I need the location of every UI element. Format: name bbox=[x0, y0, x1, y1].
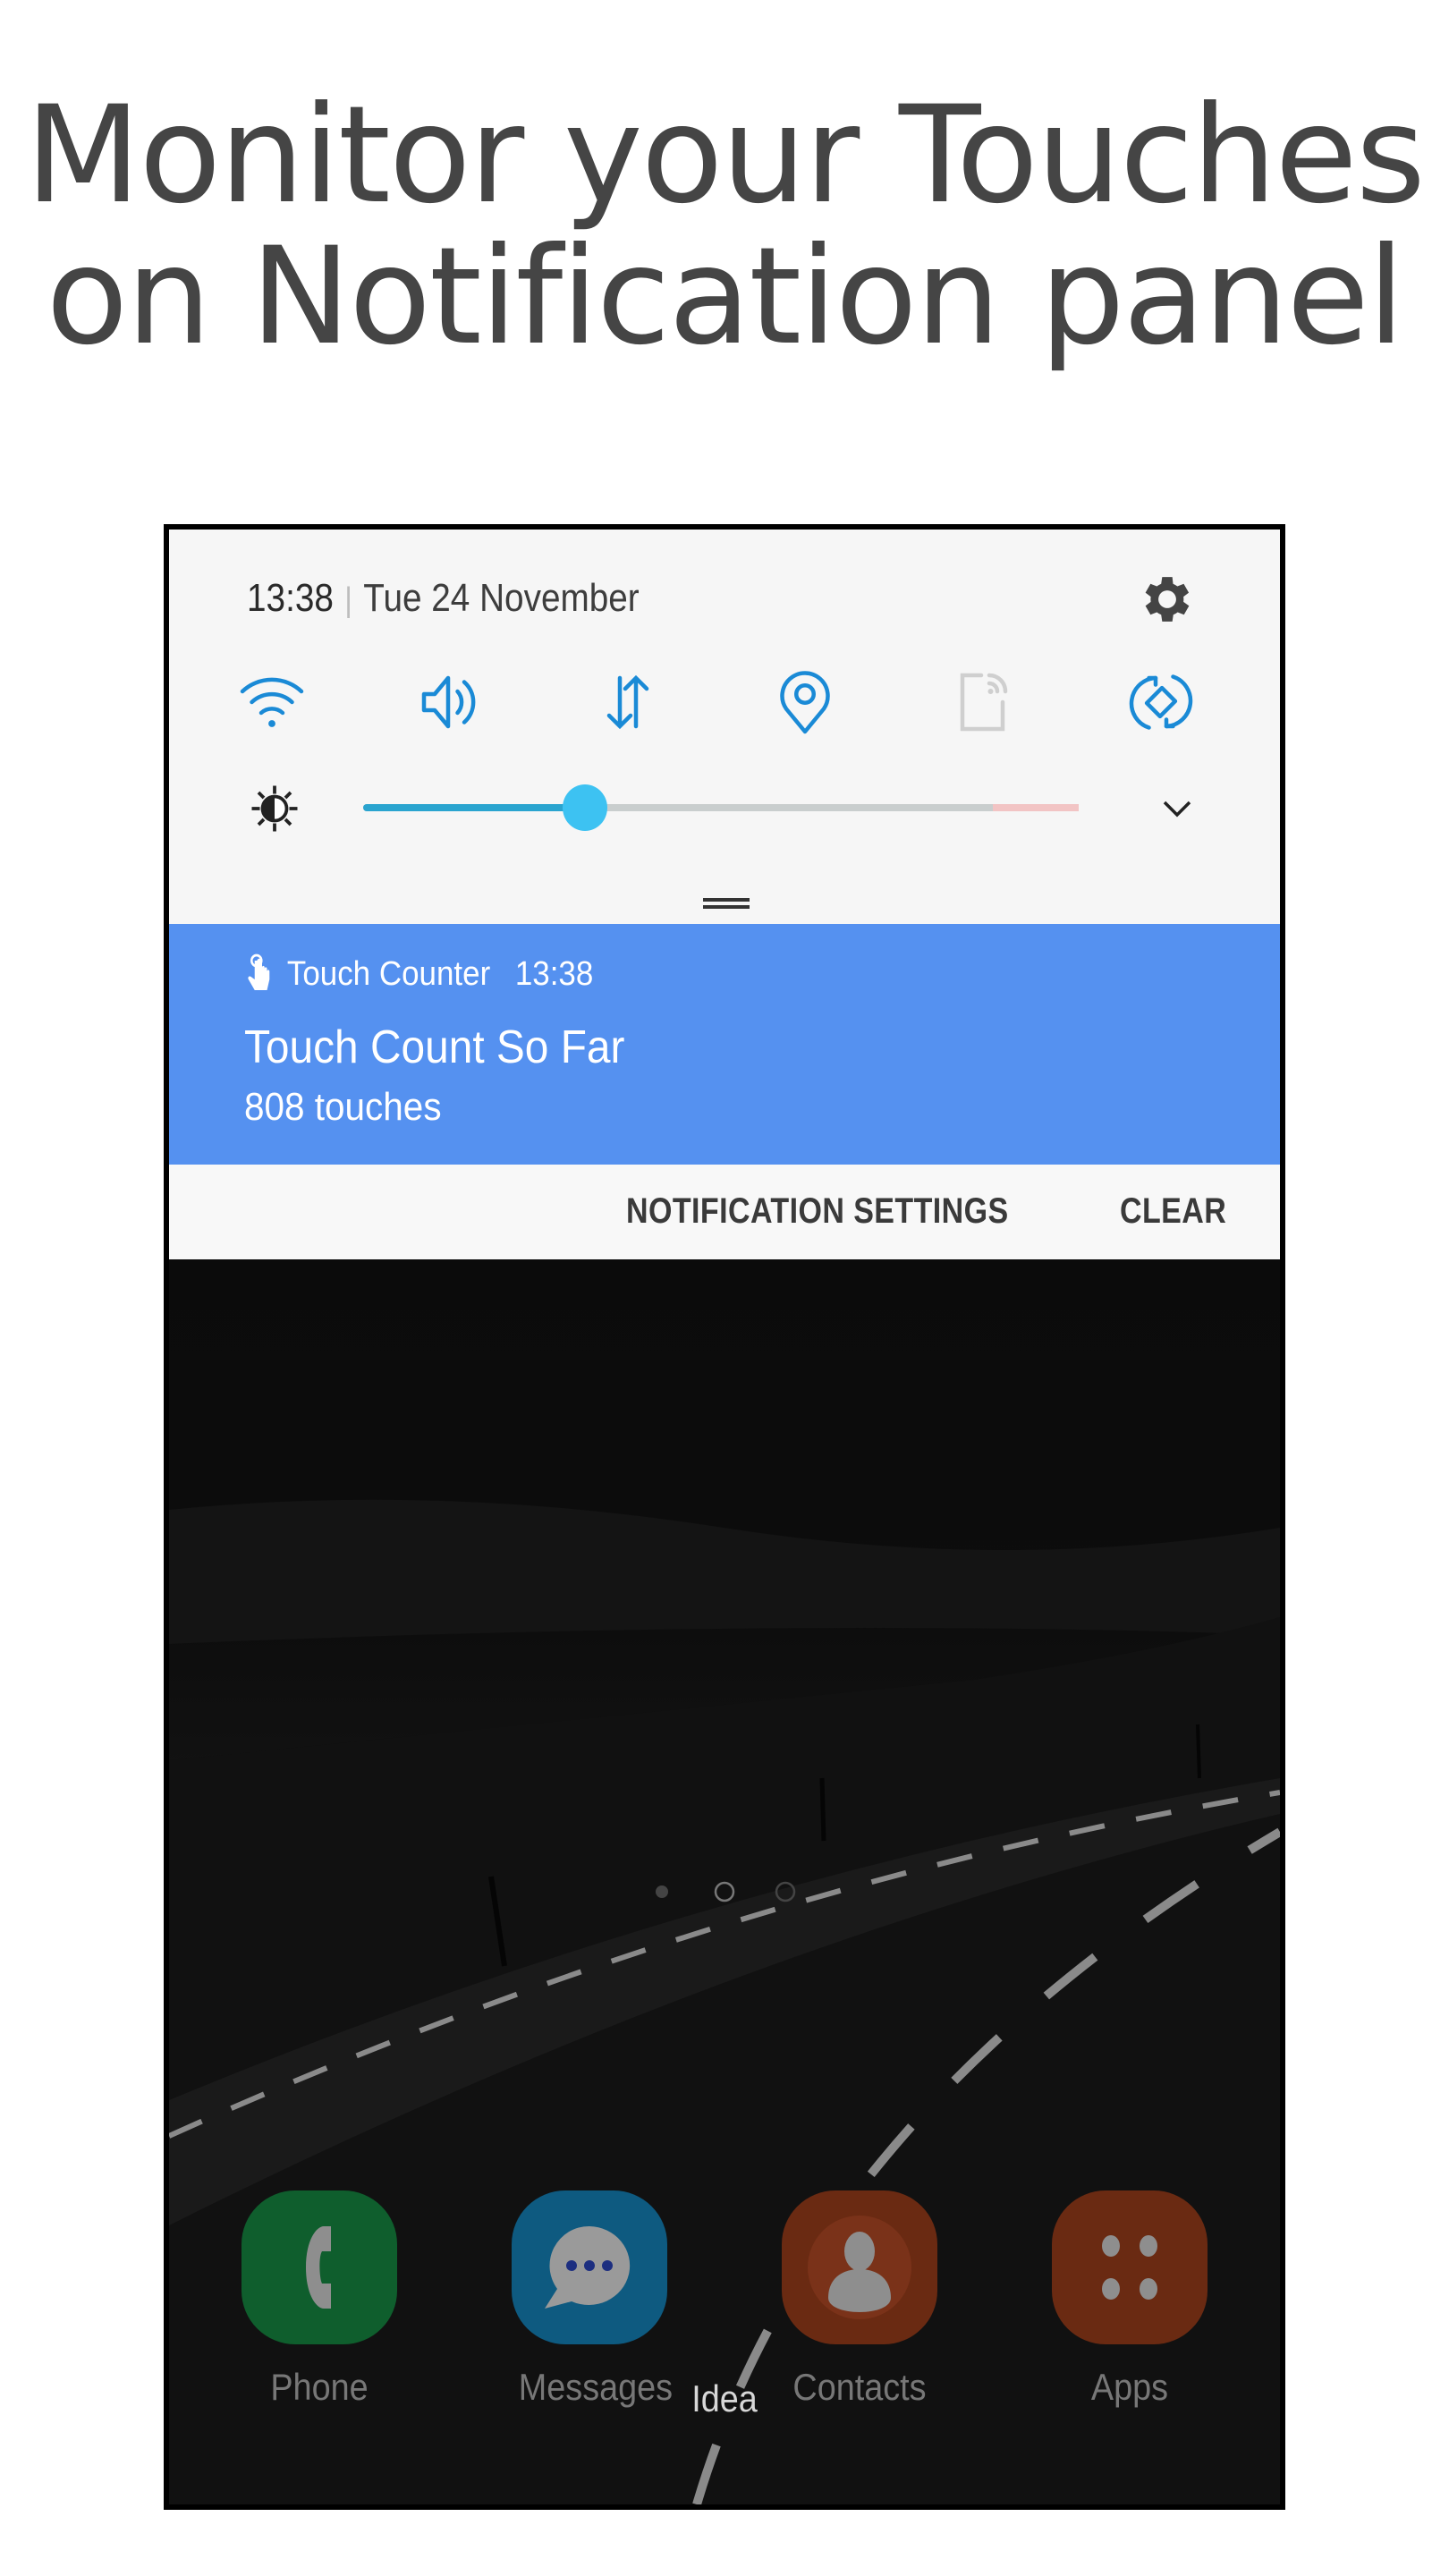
panel-drag-handle[interactable] bbox=[703, 898, 750, 911]
mobile-data-toggle[interactable] bbox=[588, 662, 668, 742]
contact-person-icon bbox=[782, 2190, 937, 2344]
brightness-fill bbox=[363, 804, 585, 811]
notification-body: 808 touches bbox=[244, 1085, 442, 1129]
notification-header: Touch Counter 13:38 bbox=[244, 953, 593, 996]
phone-screen: 13:38 | Tue 24 November Touch Counter 13… bbox=[164, 524, 1285, 2510]
page-dot-2-current[interactable] bbox=[714, 1881, 735, 1902]
gear-icon[interactable] bbox=[1137, 569, 1198, 630]
notification-title: Touch Count So Far bbox=[244, 1021, 625, 1073]
phone-icon bbox=[242, 2190, 397, 2344]
status-separator: | bbox=[344, 581, 352, 619]
page-dot-3[interactable] bbox=[775, 1881, 796, 1902]
status-time: 13:38 bbox=[247, 576, 334, 620]
carrier-label: Idea bbox=[691, 2377, 758, 2419]
location-toggle[interactable] bbox=[765, 662, 845, 742]
nfc-icon bbox=[960, 673, 1008, 732]
chevron-down-icon[interactable] bbox=[1157, 789, 1197, 828]
brightness-warning-zone bbox=[993, 804, 1079, 811]
wifi-icon bbox=[240, 677, 304, 727]
notification-settings-button[interactable]: NOTIFICATION SETTINGS bbox=[626, 1191, 1009, 1232]
dock-app-contacts[interactable]: Contacts bbox=[781, 2190, 938, 2409]
clear-button[interactable]: CLEAR bbox=[1120, 1191, 1226, 1232]
quick-settings-panel: 13:38 | Tue 24 November bbox=[169, 530, 1280, 924]
notification-card[interactable]: Touch Counter 13:38 Touch Count So Far 8… bbox=[169, 924, 1280, 1165]
auto-rotate-toggle[interactable] bbox=[1121, 662, 1201, 742]
page-indicator[interactable] bbox=[169, 1878, 1280, 1905]
dock-app-messages[interactable]: Messages bbox=[511, 2190, 673, 2409]
apps-grid-icon bbox=[1052, 2190, 1208, 2344]
page-dot-1[interactable] bbox=[656, 1885, 668, 1898]
brightness-thumb[interactable] bbox=[563, 784, 607, 831]
notification-time: 13:38 bbox=[514, 954, 594, 993]
touch-hand-icon bbox=[248, 953, 270, 990]
data-arrows-icon bbox=[606, 674, 649, 730]
notification-actions-bar: NOTIFICATION SETTINGS CLEAR bbox=[169, 1165, 1280, 1259]
nfc-toggle[interactable] bbox=[944, 662, 1024, 742]
promo-headline: Monitor your Touches on Notification pan… bbox=[0, 85, 1449, 368]
speaker-icon bbox=[421, 675, 476, 729]
brightness-icon[interactable] bbox=[248, 782, 301, 835]
rotate-icon bbox=[1129, 674, 1193, 730]
dock-app-phone[interactable]: Phone bbox=[241, 2190, 398, 2409]
status-date[interactable]: Tue 24 November bbox=[363, 576, 639, 620]
dock-app-apps[interactable]: Apps bbox=[1051, 2190, 1208, 2409]
status-clock: 13:38 | Tue 24 November bbox=[247, 576, 640, 621]
notification-app-name: Touch Counter bbox=[286, 954, 491, 993]
brightness-slider[interactable] bbox=[363, 784, 1079, 831]
headline-line-2: on Notification panel bbox=[46, 219, 1404, 375]
headline-line-1: Monitor your Touches bbox=[25, 78, 1426, 233]
sound-toggle[interactable] bbox=[411, 662, 491, 742]
message-bubble-icon bbox=[512, 2190, 667, 2344]
wifi-toggle[interactable] bbox=[232, 662, 312, 742]
location-pin-icon bbox=[780, 671, 830, 734]
